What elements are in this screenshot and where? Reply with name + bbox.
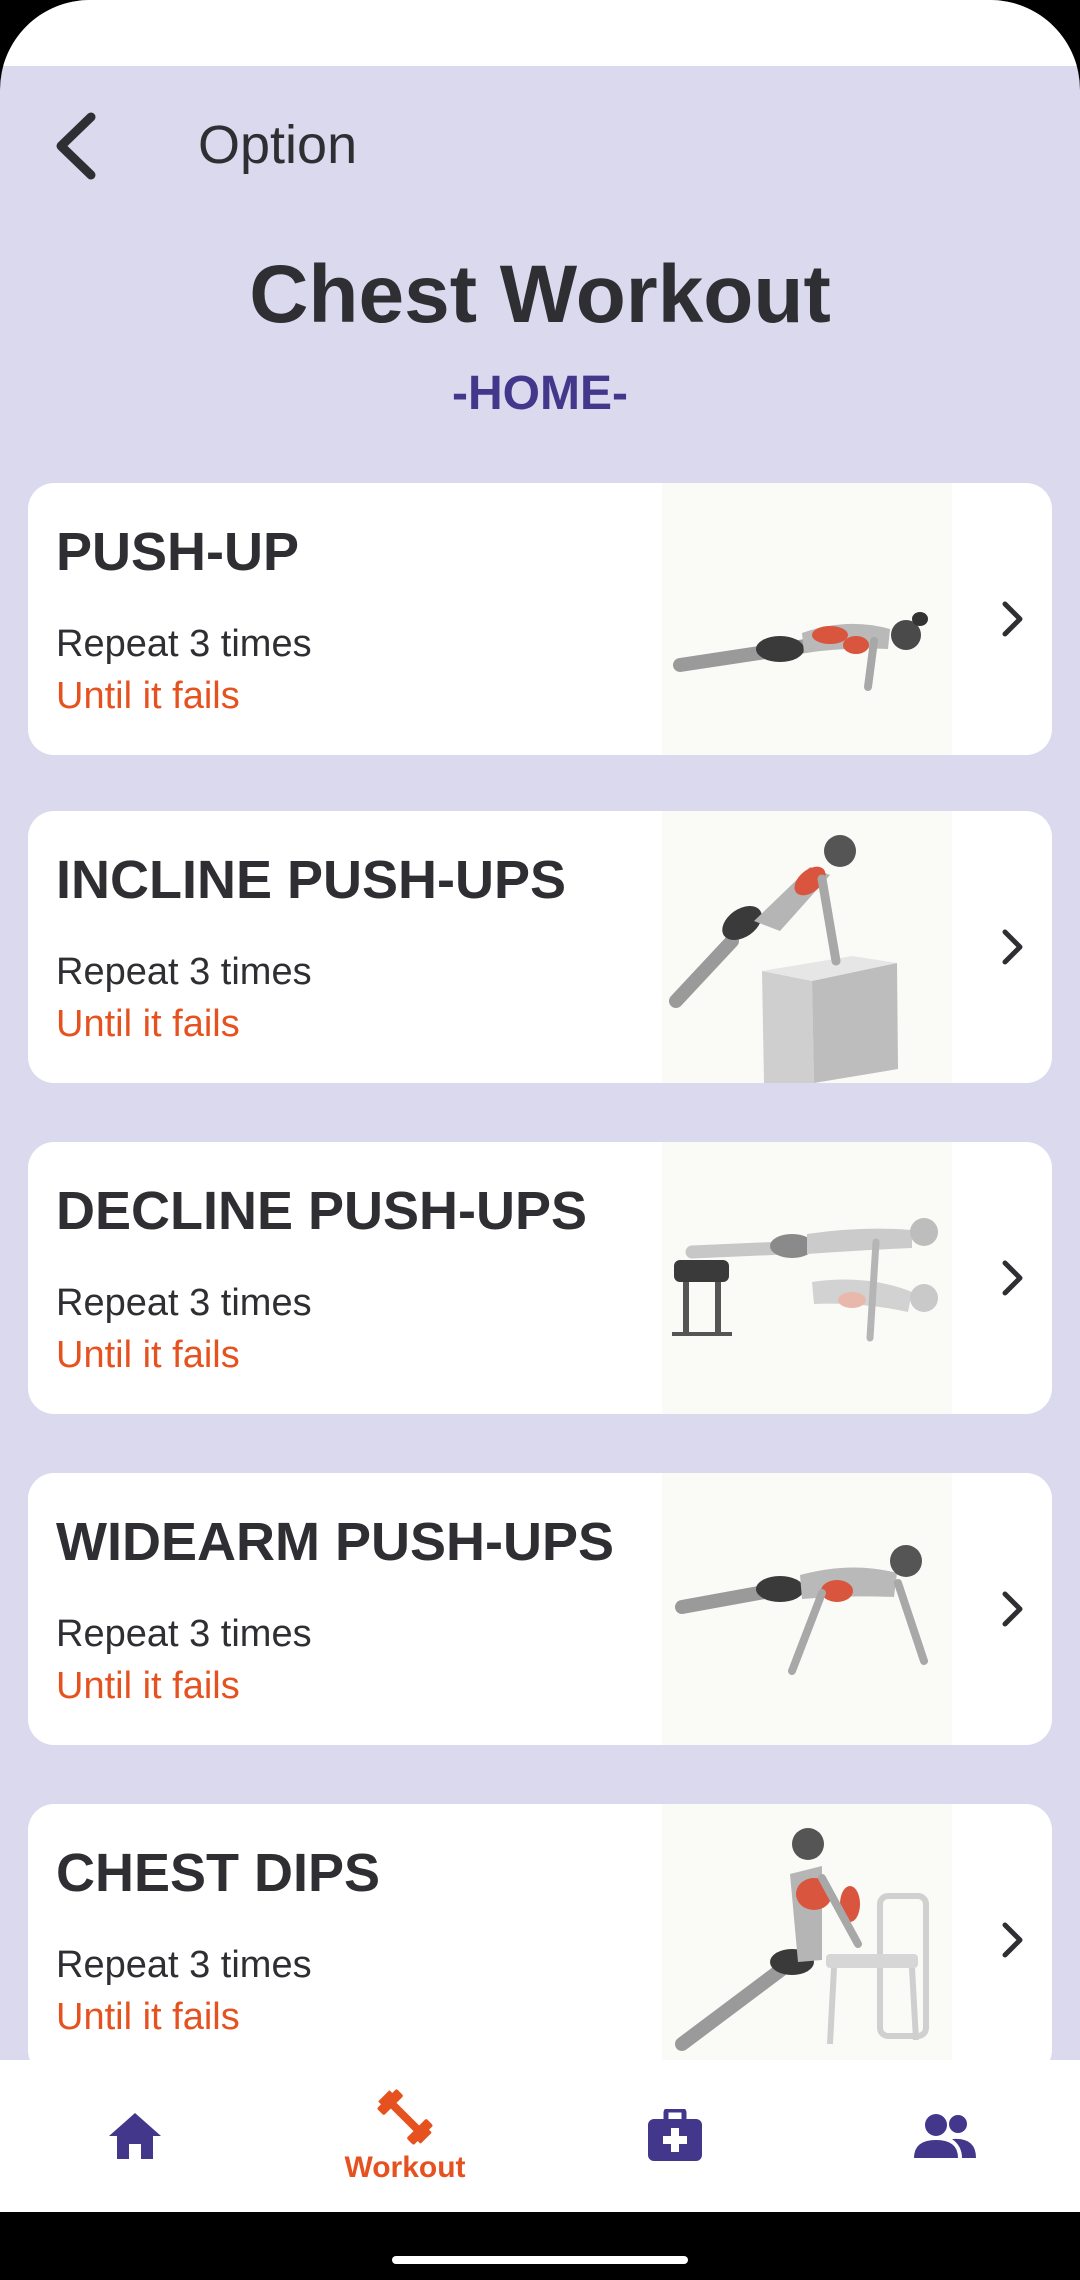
nav-workout-label: Workout: [344, 2151, 466, 2184]
people-icon: [914, 2114, 976, 2158]
home-indicator[interactable]: [392, 2256, 688, 2264]
exercise-note: Until it fails: [56, 675, 240, 717]
chevron-right-icon: [988, 589, 1038, 649]
exercise-card-chest-dips[interactable]: CHEST DIPS Repeat 3 times Until it fails: [28, 1804, 1052, 2076]
exercise-note: Until it fails: [56, 1334, 240, 1376]
exercise-card-widearm-push-ups[interactable]: WIDEARM PUSH-UPS Repeat 3 times Until it…: [28, 1473, 1052, 1745]
chevron-left-icon: [56, 112, 96, 180]
bottom-navigation: Workout: [0, 2060, 1080, 2212]
exercise-card-incline-push-ups[interactable]: INCLINE PUSH-UPS Repeat 3 times Until it…: [28, 811, 1052, 1083]
page-subtitle: -HOME-: [452, 367, 628, 420]
push-up-illustration: [662, 483, 952, 755]
appbar-title: Option: [198, 115, 358, 175]
chevron-right-icon: [988, 1248, 1038, 1308]
exercise-reps: Repeat 3 times: [56, 1282, 312, 1324]
status-bar: [0, 0, 1080, 66]
exercise-name: WIDEARM PUSH-UPS: [56, 1512, 615, 1572]
chevron-right-icon: [988, 1910, 1038, 1970]
medical-kit-icon: [648, 2109, 702, 2161]
phone-screen: Option Chest Workout -HOME- PUSH-UP Repe…: [0, 0, 1080, 2212]
chevron-right-icon: [988, 917, 1038, 977]
exercise-reps: Repeat 3 times: [56, 623, 312, 665]
exercise-card-push-up[interactable]: PUSH-UP Repeat 3 times Until it fails: [28, 483, 1052, 755]
exercise-name: DECLINE PUSH-UPS: [56, 1181, 588, 1241]
chest-dips-illustration: [662, 1804, 952, 2076]
exercise-reps: Repeat 3 times: [56, 1613, 312, 1655]
incline-push-up-illustration: [662, 811, 952, 1083]
page-title: Chest Workout: [249, 249, 831, 340]
app-bar: Option: [0, 66, 1080, 226]
exercise-reps: Repeat 3 times: [56, 1944, 312, 1986]
exercise-card-decline-push-ups[interactable]: DECLINE PUSH-UPS Repeat 3 times Until it…: [28, 1142, 1052, 1414]
exercise-reps: Repeat 3 times: [56, 951, 312, 993]
exercise-note: Until it fails: [56, 1665, 240, 1707]
back-button[interactable]: [40, 106, 112, 186]
dumbbell-icon: [377, 2089, 433, 2145]
exercise-name: PUSH-UP: [56, 522, 300, 582]
nav-profile[interactable]: [810, 2060, 1080, 2212]
chevron-right-icon: [988, 1579, 1038, 1639]
decline-push-up-illustration: [662, 1142, 952, 1414]
nav-medical[interactable]: [540, 2060, 810, 2212]
exercise-name: INCLINE PUSH-UPS: [56, 850, 567, 910]
nav-workout[interactable]: Workout: [270, 2060, 540, 2212]
exercise-note: Until it fails: [56, 1003, 240, 1045]
nav-home[interactable]: [0, 2060, 270, 2212]
widearm-push-up-illustration: [662, 1473, 952, 1745]
home-icon: [109, 2113, 161, 2159]
exercise-name: CHEST DIPS: [56, 1843, 381, 1903]
exercise-note: Until it fails: [56, 1996, 240, 2038]
